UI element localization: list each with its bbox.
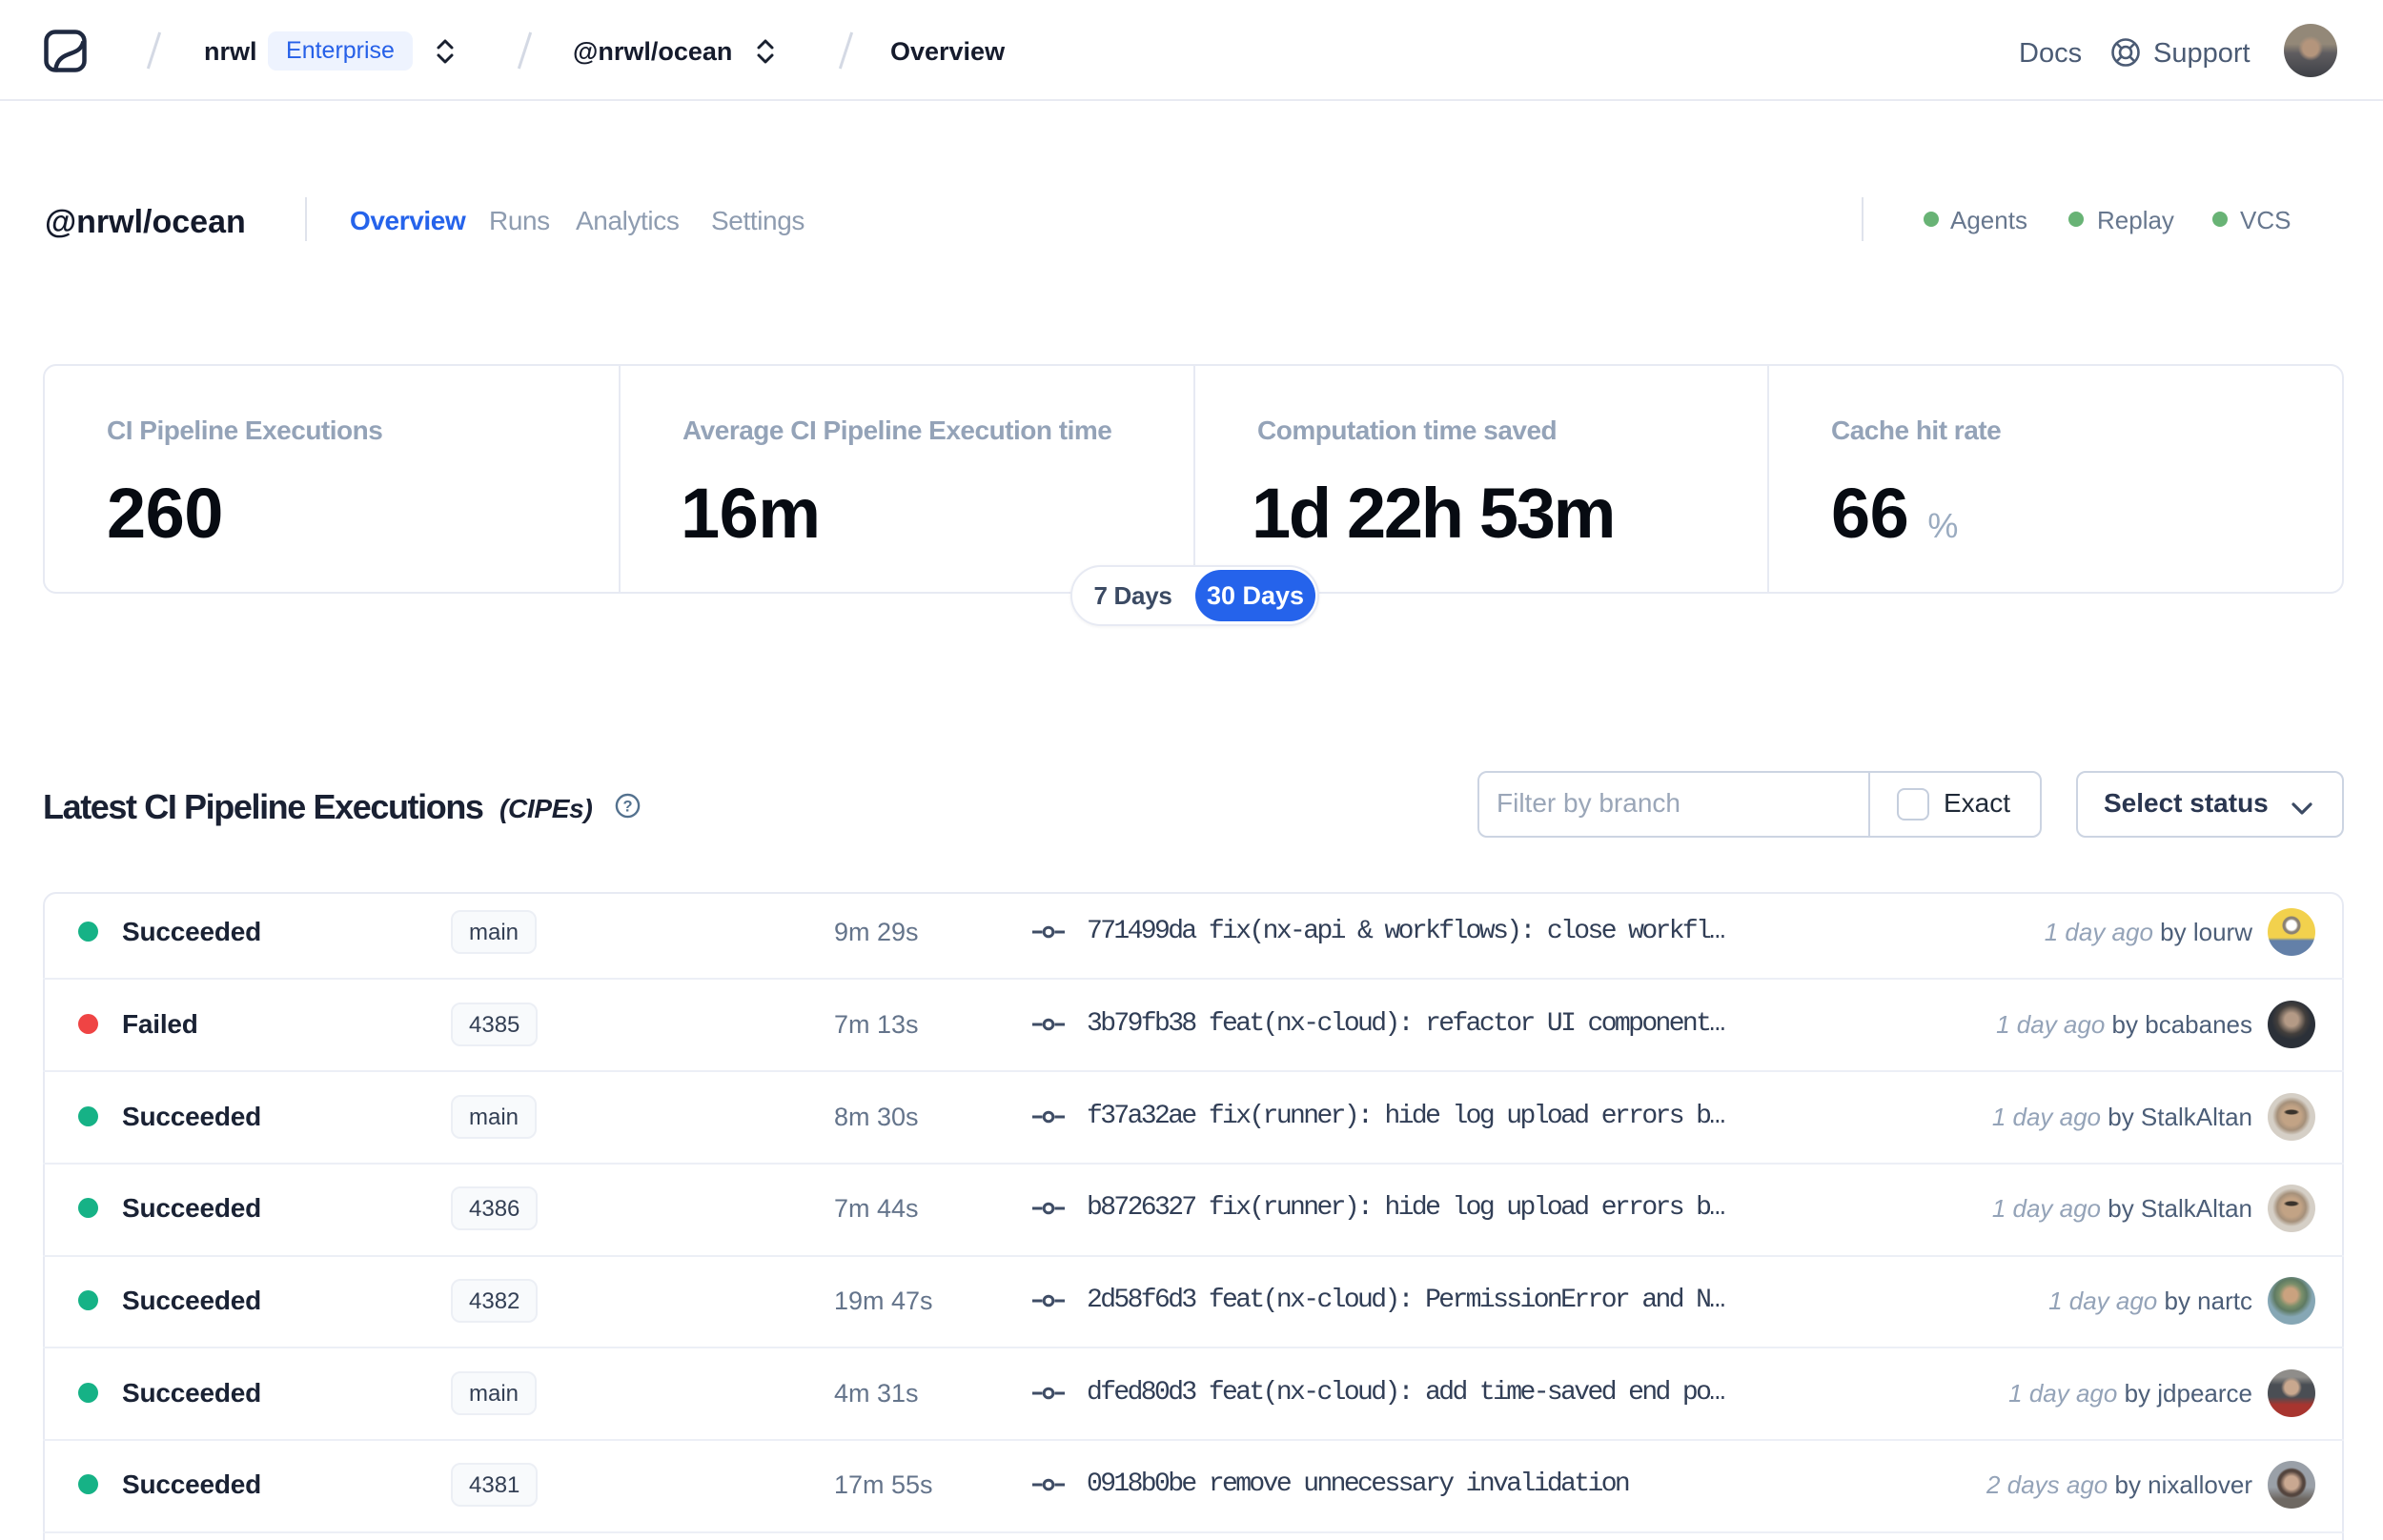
svg-text:?: ? xyxy=(622,799,632,816)
